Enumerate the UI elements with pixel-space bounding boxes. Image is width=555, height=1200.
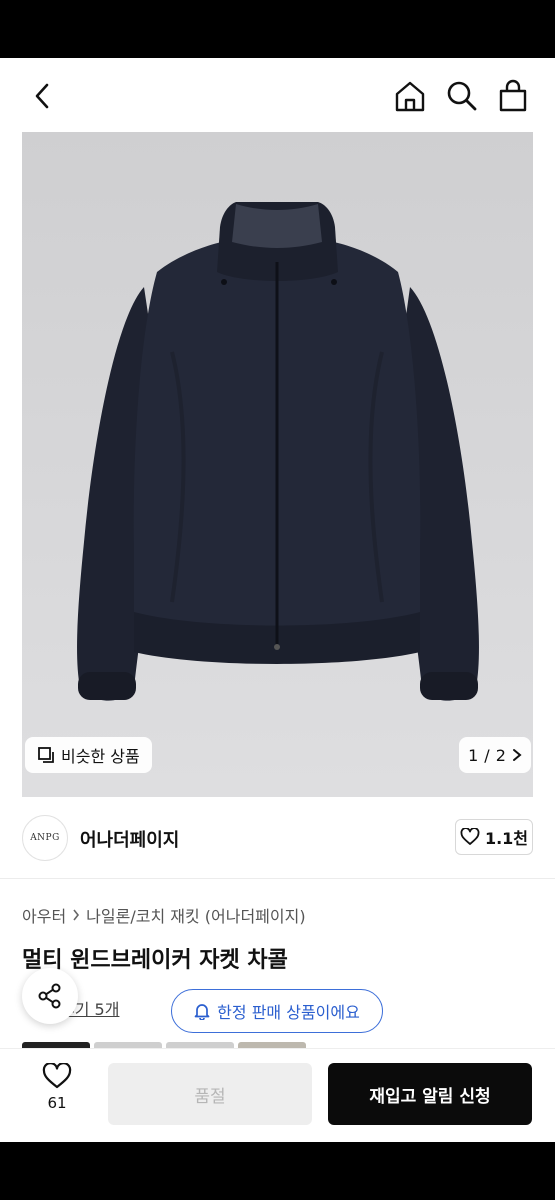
brand-like-count: 1.1천 [484,829,529,848]
status-bar [0,0,555,58]
brand-row[interactable]: ANPG 어나더페이지 1.1천 [0,797,555,879]
copy-icon [38,747,54,763]
top-navigation [0,58,555,132]
share-button[interactable] [22,968,78,1024]
share-icon [38,983,61,1009]
chevron-left-icon [35,83,49,109]
similar-products-button[interactable]: 비슷한 상품 [25,737,152,773]
system-navigation-bar [0,1142,555,1200]
back-button[interactable] [22,76,62,116]
home-icon [395,81,425,112]
breadcrumb: 아우터 나일론/코치 재킷 (어나더페이지) [22,903,306,927]
heart-icon [42,1063,72,1089]
chevron-right-icon [73,909,80,921]
product-title: 멀티 윈드브레이커 자켓 차콜 [22,948,288,973]
breadcrumb-subcategory[interactable]: 나일론/코치 재킷 (어나더페이지) [86,903,305,927]
similar-products-label: 비슷한 상품 [61,747,140,766]
total-pages: 2 [495,745,506,765]
search-button[interactable] [440,74,484,118]
brand-like-button[interactable]: 1.1천 [455,819,533,855]
brand-logo: ANPG [22,815,68,861]
shopping-bag-icon [499,79,527,112]
wishlist-button[interactable]: 61 [30,1063,84,1123]
restock-alert-button[interactable]: 재입고 알림 신청 [328,1063,532,1125]
product-image[interactable]: 비슷한 상품 1 / 2 [22,132,533,797]
bell-icon [194,1004,210,1020]
limited-sale-label: 한정 판매 상품이에요 [217,1003,360,1022]
breadcrumb-category[interactable]: 아우터 [22,903,66,927]
home-button[interactable] [388,74,432,118]
heart-icon [460,828,480,845]
image-page-counter[interactable]: 1 / 2 [459,737,531,773]
page-separator: / [484,745,490,765]
purchase-action-bar: 61 품절 재입고 알림 신청 [0,1048,555,1142]
chevron-right-icon [512,749,522,761]
search-icon [447,81,477,111]
limited-sale-badge[interactable]: 한정 판매 상품이에요 [171,989,383,1033]
jacket-illustration [77,202,479,701]
current-page: 1 [468,745,479,765]
shopping-bag-button[interactable] [491,74,535,118]
soldout-button: 품절 [108,1063,312,1125]
brand-name[interactable]: 어나더페이지 [80,826,179,852]
product-detail-screen: 비슷한 상품 1 / 2 ANPG 어나더페이지 1.1천 아우터 나일론/코치… [0,58,555,1142]
wishlist-count: 61 [47,1094,67,1112]
